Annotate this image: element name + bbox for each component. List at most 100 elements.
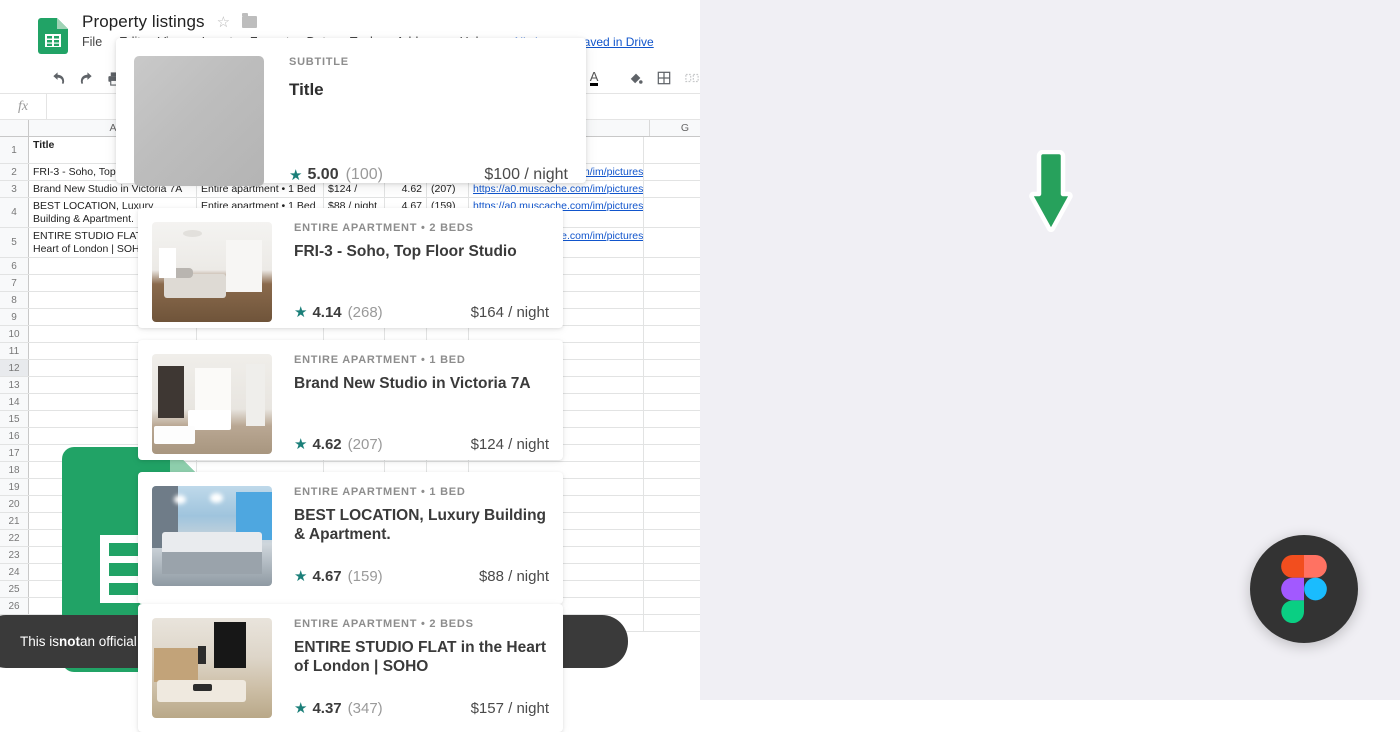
row-header-25[interactable]: 25 [0, 581, 29, 597]
down-arrow-icon [1028, 149, 1074, 234]
cell-G13[interactable] [644, 377, 700, 393]
row-header-11[interactable]: 11 [0, 343, 29, 359]
listing-photo [152, 222, 272, 322]
row-header-6[interactable]: 6 [0, 258, 29, 274]
row-header-14[interactable]: 14 [0, 394, 29, 410]
undo-icon[interactable] [44, 66, 72, 90]
cell-G3[interactable] [644, 181, 700, 197]
listing-card[interactable]: ENTIRE APARTMENT • 1 BED Brand New Studio… [138, 340, 563, 460]
listing-photo [152, 618, 272, 718]
star-icon: ★ [294, 436, 308, 453]
cell-G19[interactable] [644, 479, 700, 495]
figma-logo-icon[interactable] [1250, 535, 1358, 643]
menu-file[interactable]: File [82, 35, 102, 49]
row-header-7[interactable]: 7 [0, 275, 29, 291]
cell-G25[interactable] [644, 581, 700, 597]
listing-subtitle: ENTIRE APARTMENT • 2 BEDS [294, 618, 474, 630]
row-header-19[interactable]: 19 [0, 479, 29, 495]
cell-G26[interactable] [644, 598, 700, 614]
listing-body: ENTIRE APARTMENT • 1 BED Brand New Studio… [272, 354, 549, 454]
select-all-corner[interactable] [0, 120, 29, 136]
listing-title: Brand New Studio in Victoria 7A [294, 375, 531, 392]
cell-G22[interactable] [644, 530, 700, 546]
cell-G2[interactable] [644, 164, 700, 180]
listing-meta: ★ 4.67 (159) $88 / night [294, 568, 549, 586]
cell-G15[interactable] [644, 411, 700, 427]
cell-G9[interactable] [644, 309, 700, 325]
listing-rating-count: (347) [347, 700, 383, 717]
borders-icon[interactable] [650, 66, 678, 90]
redo-icon[interactable] [72, 66, 100, 90]
folder-icon[interactable] [242, 13, 258, 28]
listing-card[interactable]: ENTIRE APARTMENT • 2 BEDS ENTIRE STUDIO F… [138, 604, 563, 732]
listing-photo [152, 354, 272, 454]
row-header-16[interactable]: 16 [0, 428, 29, 444]
cell-G11[interactable] [644, 343, 700, 359]
cell-G7[interactable] [644, 275, 700, 291]
banner-text-bold: not [59, 634, 81, 649]
row-header-24[interactable]: 24 [0, 564, 29, 580]
row-header-10[interactable]: 10 [0, 326, 29, 342]
cell-G12[interactable] [644, 360, 700, 376]
row-header-26[interactable]: 26 [0, 598, 29, 614]
row-header-22[interactable]: 22 [0, 530, 29, 546]
row-header-1[interactable]: 1 [0, 137, 29, 163]
star-outline-icon[interactable]: ☆ [217, 13, 230, 31]
row-header-9[interactable]: 9 [0, 309, 29, 325]
listing-title: ENTIRE STUDIO FLAT in the Heart of Londo… [294, 639, 547, 675]
row-header-12[interactable]: 12 [0, 360, 29, 376]
template-card-body: SUBTITLE Title ★ 5.00 (100) $100 / night [264, 56, 568, 186]
listing-body: ENTIRE APARTMENT • 1 BED BEST LOCATION, L… [272, 486, 549, 586]
cell-G16[interactable] [644, 428, 700, 444]
row-header-18[interactable]: 18 [0, 462, 29, 478]
listing-title: FRI-3 - Soho, Top Floor Studio [294, 243, 517, 260]
fill-color-icon[interactable] [622, 66, 650, 90]
cell-G17[interactable] [644, 445, 700, 461]
row-header-8[interactable]: 8 [0, 292, 29, 308]
listing-body: ENTIRE APARTMENT • 2 BEDS ENTIRE STUDIO F… [272, 618, 549, 718]
merge-cells-icon[interactable] [678, 66, 700, 90]
row-header-17[interactable]: 17 [0, 445, 29, 461]
cell-G31[interactable] [644, 615, 700, 631]
star-icon: ★ [294, 304, 308, 321]
listing-card[interactable]: ENTIRE APARTMENT • 1 BED BEST LOCATION, L… [138, 472, 563, 604]
listing-price: $124 / night [470, 436, 549, 453]
row-header-5[interactable]: 5 [0, 228, 29, 257]
cell-G4[interactable] [644, 198, 700, 227]
row-header-4[interactable]: 4 [0, 198, 29, 227]
listing-body: ENTIRE APARTMENT • 2 BEDS FRI-3 - Soho, T… [272, 222, 549, 322]
cell-G8[interactable] [644, 292, 700, 308]
row-header-20[interactable]: 20 [0, 496, 29, 512]
cell-G24[interactable] [644, 564, 700, 580]
title-line: Property listings ☆ [82, 12, 654, 32]
template-price: $100 / night [484, 166, 568, 183]
template-card[interactable]: SUBTITLE Title ★ 5.00 (100) $100 / night [116, 38, 586, 186]
cell-G20[interactable] [644, 496, 700, 512]
cell-G14[interactable] [644, 394, 700, 410]
cell-G6[interactable] [644, 258, 700, 274]
cell-G1[interactable] [644, 137, 700, 163]
cell-G23[interactable] [644, 547, 700, 563]
listing-subtitle: ENTIRE APARTMENT • 1 BED [294, 486, 466, 498]
listing-card[interactable]: ENTIRE APARTMENT • 2 BEDS FRI-3 - Soho, T… [138, 208, 563, 328]
listing-meta: ★ 4.62 (207) $124 / night [294, 436, 549, 454]
cell-G10[interactable] [644, 326, 700, 342]
column-header-G[interactable]: G [650, 120, 700, 136]
document-title[interactable]: Property listings [82, 12, 205, 32]
row-header-3[interactable]: 3 [0, 181, 29, 197]
row-header-13[interactable]: 13 [0, 377, 29, 393]
cell-G18[interactable] [644, 462, 700, 478]
listing-rating: 4.14 [312, 304, 342, 321]
cell-G5[interactable] [644, 228, 700, 257]
listing-rating-count: (159) [347, 568, 383, 585]
template-rating-count: (100) [345, 166, 383, 183]
cell-G21[interactable] [644, 513, 700, 529]
template-meta: ★ 5.00 (100) $100 / night [289, 166, 568, 186]
template-subtitle: SUBTITLE [289, 56, 349, 68]
row-header-21[interactable]: 21 [0, 513, 29, 529]
star-icon: ★ [294, 568, 308, 585]
row-header-15[interactable]: 15 [0, 411, 29, 427]
row-header-23[interactable]: 23 [0, 547, 29, 563]
listing-rating-count: (268) [347, 304, 383, 321]
row-header-2[interactable]: 2 [0, 164, 29, 180]
